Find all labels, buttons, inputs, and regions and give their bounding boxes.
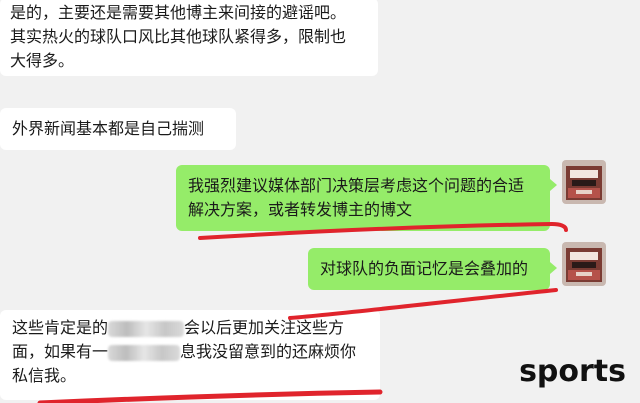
- user-avatar[interactable]: [562, 242, 606, 286]
- message-line: 外界新闻基本都是自己揣测: [12, 119, 205, 138]
- message-line: 是的，主要还是需要其他博主来间接的避谣吧。: [10, 3, 347, 22]
- message-line: 其实热火的球队口风比其他球队紧得多，限制也: [10, 27, 347, 46]
- message-bubble-incoming-2: 外界新闻基本都是自己揣测: [0, 108, 236, 150]
- message-line: 这些肯定是的 会以后更加关注这些方: [12, 316, 368, 340]
- message-bubble-outgoing-2: 对球队的负面记忆是会叠加的: [308, 248, 557, 290]
- redacted-blur: [108, 320, 185, 337]
- watermark-text: sports: [519, 354, 626, 389]
- message-bubble-outgoing-1: 我强烈建议媒体部门决策层考虑这个问题的合适 解决方案，或者转发博主的博文: [176, 165, 557, 231]
- message-line: 对球队的负面记忆是会叠加的: [320, 259, 529, 278]
- avatar-image-icon: [562, 160, 606, 204]
- avatar-image-icon: [562, 242, 606, 286]
- message-text: 这些肯定是的: [12, 318, 109, 337]
- message-line: 面，如果有一 息我没留意到的还麻烦你: [12, 340, 368, 364]
- message-bubble-incoming-3: 这些肯定是的 会以后更加关注这些方 面，如果有一 息我没留意到的还麻烦你 私信我。: [0, 310, 380, 400]
- message-line: 私信我。: [12, 366, 77, 385]
- message-text: 面，如果有一: [12, 342, 109, 361]
- message-text: 息我没留意到的还麻烦你: [180, 342, 357, 361]
- message-text: 会以后更加关注这些方: [184, 318, 345, 337]
- user-avatar[interactable]: [562, 160, 606, 204]
- message-line: 大得多。: [10, 51, 75, 70]
- message-bubble-incoming-1: 是的，主要还是需要其他博主来间接的避谣吧。 其实热火的球队口风比其他球队紧得多，…: [0, 0, 378, 76]
- message-line: 我强烈建议媒体部门决策层考虑这个问题的合适: [188, 176, 525, 195]
- message-line: 解决方案，或者转发博主的博文: [188, 200, 413, 219]
- redacted-blur: [108, 344, 181, 361]
